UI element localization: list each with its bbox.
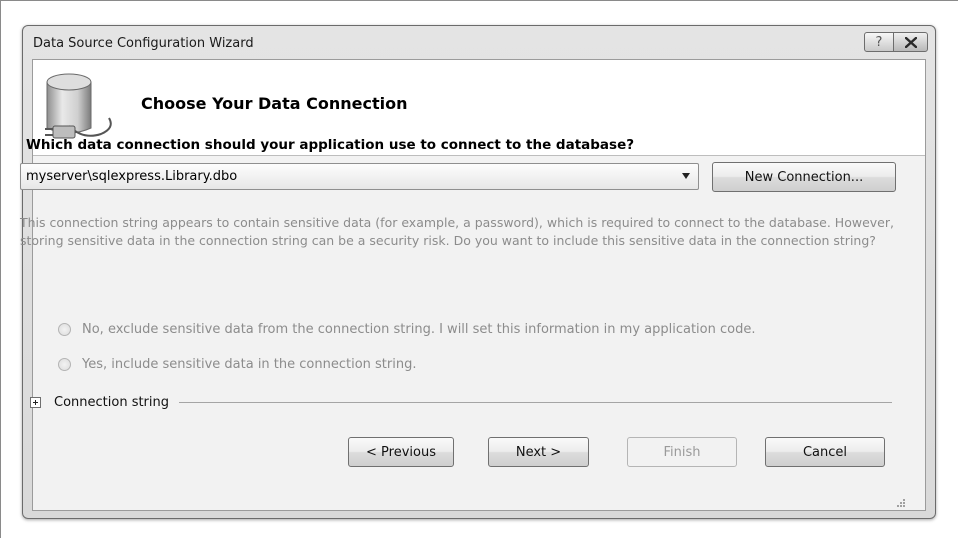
cancel-button[interactable]: Cancel [765, 437, 885, 467]
help-button[interactable]: ? [864, 32, 894, 52]
radio-include-icon[interactable] [58, 358, 71, 371]
divider [179, 402, 892, 403]
title-bar[interactable]: Data Source Configuration Wizard ? [23, 26, 935, 58]
finish-button[interactable]: Finish [627, 437, 737, 467]
plus-icon[interactable] [30, 397, 41, 408]
include-sensitive-label: Yes, include sensitive data in the conne… [82, 357, 417, 372]
close-icon [904, 36, 917, 48]
next-button[interactable]: Next > [488, 437, 589, 467]
resize-grip-icon[interactable] [896, 498, 906, 508]
database-plug-icon [45, 73, 112, 139]
connection-string-label: Connection string [54, 395, 170, 410]
new-connection-button[interactable]: New Connection... [712, 162, 896, 192]
connection-dropdown[interactable]: myserver\sqlexpress.Library.dbo [20, 163, 699, 190]
connection-string-expander[interactable]: Connection string [30, 395, 914, 410]
previous-button[interactable]: < Previous [348, 437, 454, 467]
sensitive-data-notice: This connection string appears to contai… [20, 215, 894, 248]
window-title: Data Source Configuration Wizard [33, 36, 254, 51]
include-sensitive-option[interactable]: Yes, include sensitive data in the conne… [58, 357, 416, 372]
exclude-sensitive-label: No, exclude sensitive data from the conn… [82, 322, 756, 337]
page-title: Choose Your Data Connection [141, 94, 408, 113]
exclude-sensitive-option[interactable]: No, exclude sensitive data from the conn… [58, 322, 755, 337]
close-button[interactable] [893, 32, 928, 52]
radio-exclude-icon[interactable] [58, 323, 71, 336]
connection-dropdown-value: myserver\sqlexpress.Library.dbo [26, 169, 238, 184]
chevron-down-icon [682, 173, 690, 179]
connection-question: Which data connection should your applic… [26, 137, 635, 153]
